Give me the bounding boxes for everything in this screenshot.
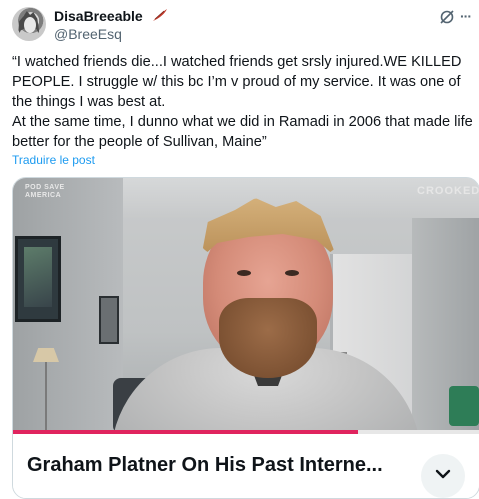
- video-frame[interactable]: POD SAVE AMERICA CROOKED: [13, 178, 479, 434]
- person-eye-right: [285, 270, 299, 276]
- avatar-face: [24, 17, 36, 33]
- wall-picture-small: [99, 296, 119, 344]
- card-footer: Graham Platner On His Past Interne...: [13, 434, 479, 498]
- avatar[interactable]: [12, 7, 46, 41]
- tweet-text: “I watched friends die...I watched frien…: [12, 52, 474, 152]
- user-handle[interactable]: @BreeEsq: [54, 26, 122, 42]
- media-card[interactable]: POD SAVE AMERICA CROOKED Graham Platner …: [12, 177, 479, 499]
- watermark-line-1: POD SAVE: [25, 184, 65, 191]
- lamp-pole: [45, 362, 47, 434]
- crooked-watermark: CROOKED: [417, 185, 479, 197]
- tweet-paragraph-1: “I watched friends die...I watched frien…: [12, 54, 462, 110]
- grok-icon[interactable]: [438, 8, 456, 26]
- expand-button[interactable]: [421, 454, 465, 498]
- tweet-paragraph-2: At the same time, I dunno what we did in…: [12, 114, 473, 150]
- more-icon[interactable]: ···: [460, 9, 472, 23]
- chevron-down-icon: [435, 469, 451, 479]
- green-object: [449, 386, 479, 426]
- display-name[interactable]: DisaBreeable: [54, 8, 143, 24]
- person-beard: [219, 298, 317, 378]
- wall-picture: [15, 236, 61, 322]
- watermark-line-2: AMERICA: [25, 192, 62, 199]
- pod-save-america-watermark: POD SAVE AMERICA: [25, 184, 65, 200]
- person-eye-left: [237, 270, 251, 276]
- card-title[interactable]: Graham Platner On His Past Interne...: [27, 454, 409, 477]
- translate-link[interactable]: Traduire le post: [12, 153, 95, 167]
- feather-icon: [153, 9, 167, 21]
